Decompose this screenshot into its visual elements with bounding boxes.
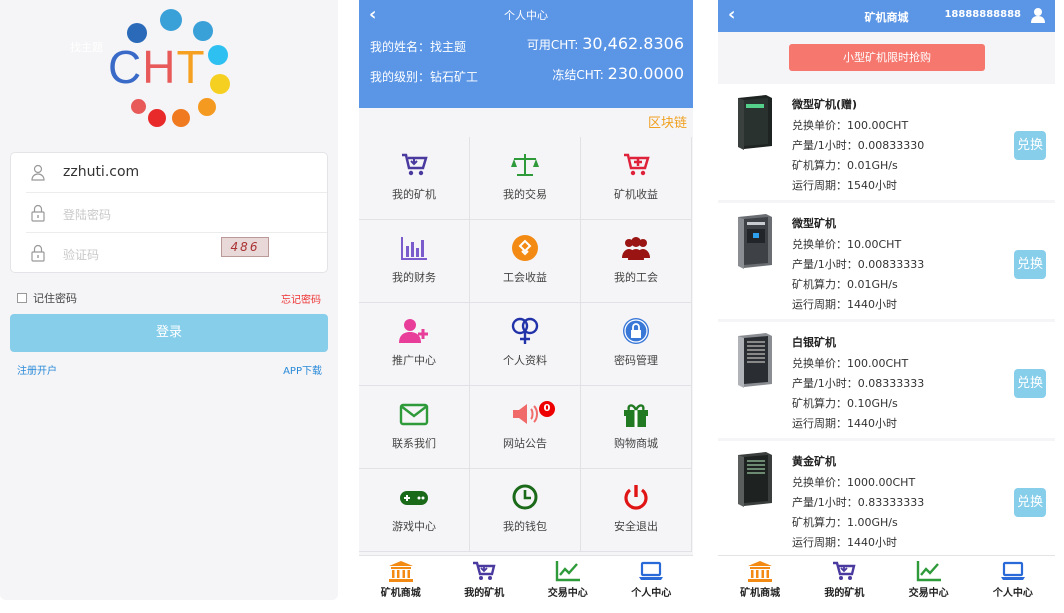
exchange-button[interactable]: 兑换: [1014, 250, 1046, 279]
menu-item-promotion[interactable]: 推广中心: [359, 303, 470, 386]
remember-label: 记住密码: [33, 292, 77, 305]
username-value: zzhuti.com: [63, 164, 140, 180]
gender-icon: [511, 317, 539, 344]
cht-logo: 找主题 CHT: [70, 8, 240, 128]
menu-item-profile[interactable]: 个人资料: [470, 303, 581, 386]
coin-icon: [512, 235, 538, 261]
laptop-icon: [639, 561, 664, 580]
cart-icon: [402, 153, 428, 176]
menu-item-my-miners[interactable]: 我的矿机: [359, 137, 470, 220]
lock-icon: [623, 318, 649, 344]
tab-user-center[interactable]: 个人中心: [610, 556, 694, 600]
login-button[interactable]: 登录: [10, 314, 328, 352]
tab-my-miners[interactable]: 我的矿机: [802, 556, 886, 600]
product-item: 白银矿机 兑换单价：100.00CHT 产量/1小时：0.08333333 矿机…: [718, 322, 1055, 438]
menu-item-wallet[interactable]: 我的钱包: [470, 469, 581, 552]
menu-item-password[interactable]: 密码管理: [581, 303, 692, 386]
lock-icon: [31, 244, 45, 262]
clock-icon: [512, 484, 538, 510]
page-title: 个人中心: [504, 9, 548, 22]
menu-item-my-trades[interactable]: 我的交易: [470, 137, 581, 220]
gamepad-icon: [400, 491, 428, 505]
app-download-link[interactable]: APP下载: [283, 362, 322, 377]
captcha-placeholder: 验证码: [63, 248, 100, 262]
username-field[interactable]: zzhuti.com: [11, 153, 329, 193]
logo-text: CHT: [108, 41, 206, 93]
lock-icon: [31, 204, 45, 222]
product-item: 黄金矿机 兑换单价：1000.00CHT 产量/1小时：0.83333333 矿…: [718, 441, 1055, 557]
silver-tower-server-icon: [738, 333, 772, 388]
blockchain-link[interactable]: 区块链: [648, 112, 687, 131]
tab-shop[interactable]: 矿机商城: [359, 556, 443, 600]
gray-tower-server-icon: [738, 214, 772, 269]
bank-icon: [748, 561, 773, 582]
login-screen: 找主题 CHT zzhuti.com 登陆密码 验证码 486 记住密码 忘记密…: [0, 0, 338, 600]
speaker-icon: [513, 404, 538, 424]
bottom-tabbar: 矿机商城 我的矿机 交易中心 个人中心: [359, 555, 693, 600]
menu-item-games[interactable]: 游戏中心: [359, 469, 470, 552]
group-icon: [622, 237, 650, 260]
cart-icon: [473, 561, 496, 580]
cart-icon: [833, 561, 856, 580]
phone-number: 18888888888: [944, 9, 1021, 20]
menu-item-logout[interactable]: 安全退出: [581, 469, 692, 552]
bottom-tabbar: 矿机商城 我的矿机 交易中心 个人中心: [718, 555, 1055, 600]
shop-header: ‹ 矿机商城 18888888888: [718, 0, 1055, 32]
gift-icon: [624, 404, 648, 427]
menu-item-miner-income[interactable]: 矿机收益: [581, 137, 692, 220]
exchange-button[interactable]: 兑换: [1014, 369, 1046, 398]
user-level: 我的级别：钻石矿工: [370, 70, 479, 84]
bar-chart-icon: [401, 237, 427, 260]
user-icon: [31, 164, 45, 181]
menu-item-shop[interactable]: 购物商城: [581, 386, 692, 469]
available-balance: 可用CHT: 30,462.8306: [526, 34, 684, 53]
promo-button[interactable]: 小型矿机限时抢购: [789, 44, 985, 71]
user-plus-icon: [399, 319, 428, 343]
tab-shop[interactable]: 矿机商城: [718, 556, 802, 600]
site-title: 找主题: [70, 41, 103, 54]
captcha-field[interactable]: 验证码: [11, 233, 329, 273]
password-placeholder: 登陆密码: [63, 208, 112, 222]
miner-shop-screen: ‹ 矿机商城 18888888888 小型矿机限时抢购 微型矿机(赠) 兑换单价…: [718, 0, 1055, 600]
power-icon: [624, 485, 648, 510]
forgot-password-link[interactable]: 忘记密码: [281, 291, 321, 306]
notice-badge: 0: [539, 401, 555, 417]
menu-item-union-income[interactable]: 工会收益: [470, 220, 581, 303]
menu-item-my-union[interactable]: 我的工会: [581, 220, 692, 303]
user-icon[interactable]: [1030, 7, 1046, 23]
scale-icon: [511, 154, 539, 176]
laptop-icon: [1000, 561, 1025, 580]
product-item: 微型矿机 兑换单价：10.00CHT 产量/1小时：0.00833333 矿机算…: [718, 203, 1055, 319]
login-form: zzhuti.com 登陆密码 验证码 486: [10, 152, 328, 273]
tab-trade-center[interactable]: 交易中心: [887, 556, 971, 600]
black-tower-server-icon: [738, 95, 772, 150]
envelope-icon: [399, 403, 429, 426]
tab-user-center[interactable]: 个人中心: [971, 556, 1055, 600]
checkbox-icon[interactable]: [17, 293, 27, 303]
tab-my-miners[interactable]: 我的矿机: [443, 556, 527, 600]
user-name: 我的姓名：找主题: [370, 40, 467, 54]
frozen-balance: 冻结CHT: 230.0000: [552, 64, 684, 83]
exchange-button[interactable]: 兑换: [1014, 488, 1046, 517]
trend-chart-icon: [916, 561, 941, 582]
product-item: 微型矿机(赠) 兑换单价：100.00CHT 产量/1小时：0.00833330…: [718, 84, 1055, 200]
cart-plus-icon: [624, 153, 650, 176]
register-link[interactable]: 注册开户: [17, 362, 57, 377]
password-field[interactable]: 登陆密码: [11, 193, 329, 233]
exchange-button[interactable]: 兑换: [1014, 131, 1046, 160]
trend-chart-icon: [555, 561, 580, 582]
user-header: ‹ 个人中心 我的姓名：找主题 可用CHT: 30,462.8306 我的级别：…: [359, 0, 693, 108]
dark-tower-server-icon: [738, 452, 772, 507]
tab-trade-center[interactable]: 交易中心: [526, 556, 610, 600]
bank-icon: [388, 561, 413, 582]
remember-checkbox[interactable]: 记住密码: [17, 290, 77, 306]
menu-item-notices[interactable]: 网站公告: [470, 386, 581, 469]
captcha-image[interactable]: 486: [221, 237, 269, 257]
menu-item-contact[interactable]: 联系我们: [359, 386, 470, 469]
user-center-screen: ‹ 个人中心 我的姓名：找主题 可用CHT: 30,462.8306 我的级别：…: [359, 0, 693, 600]
menu-item-my-finance[interactable]: 我的财务: [359, 220, 470, 303]
